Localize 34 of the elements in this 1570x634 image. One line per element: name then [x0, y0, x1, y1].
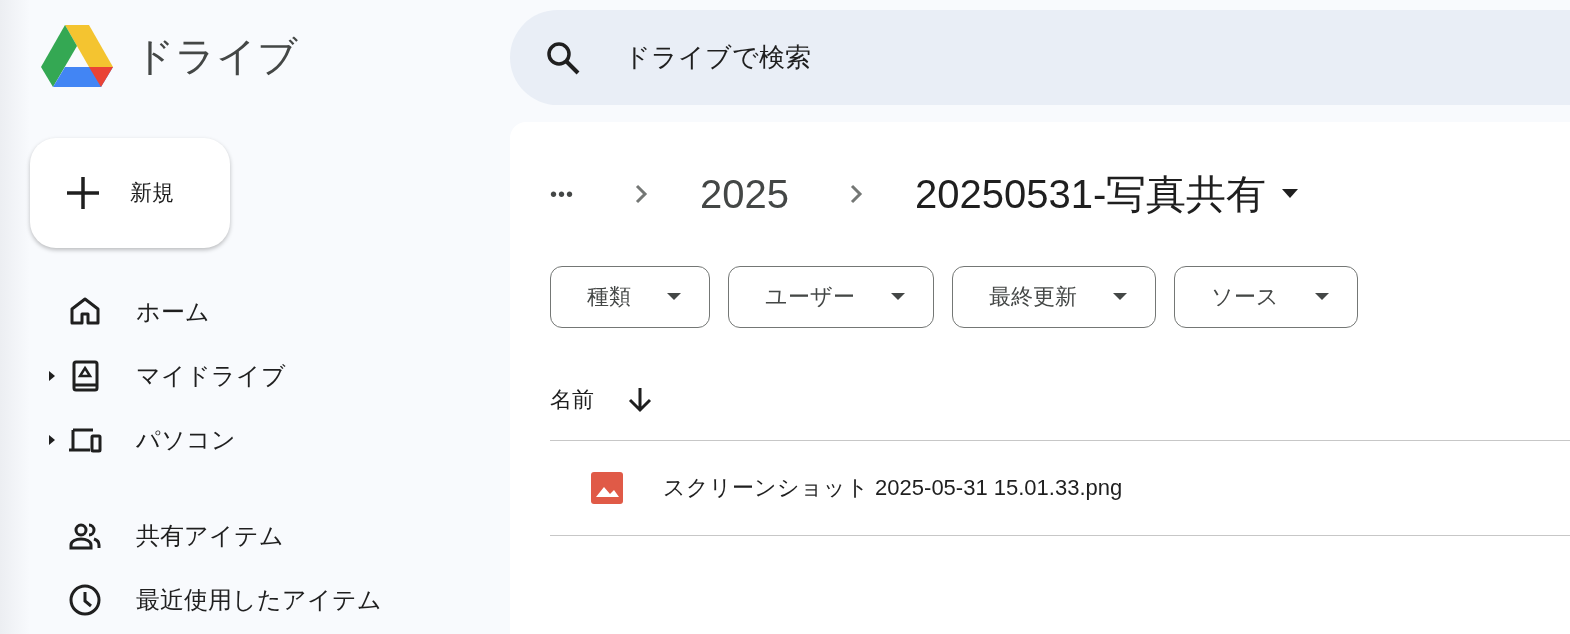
column-header[interactable]: 名前 [550, 385, 594, 415]
clock-icon [68, 583, 102, 617]
chevron-icon [849, 183, 863, 205]
caret-icon [667, 293, 681, 301]
expand-caret-icon[interactable] [48, 370, 56, 382]
breadcrumb-item[interactable]: 20250531-写真共有 [915, 166, 1267, 222]
more-breadcrumb[interactable]: ••• [550, 182, 574, 206]
down-arrow-icon[interactable] [628, 387, 652, 413]
nav-item[interactable]: ホーム [0, 280, 510, 344]
search-bar[interactable]: ドライブで検索 [510, 10, 1570, 105]
new-button[interactable]: 新規 [30, 138, 230, 248]
filter-chip[interactable]: ユーザー [728, 266, 934, 328]
filter-chip[interactable]: 種類 [550, 266, 710, 328]
search-icon [546, 40, 580, 75]
nav-item[interactable]: マイドライブ [0, 344, 510, 408]
logo-icon [40, 24, 114, 88]
plus-icon [66, 176, 100, 210]
caret-icon [1113, 293, 1127, 301]
nav-item[interactable]: 最近使用したアイテム [0, 568, 510, 632]
image-file-icon [591, 472, 623, 504]
breadcrumb-item[interactable]: 2025 [700, 171, 789, 217]
filter-chip[interactable]: ソース [1174, 266, 1358, 328]
expand-caret-icon[interactable] [48, 434, 56, 446]
app-title: ドライブ [134, 32, 298, 80]
chevron-icon [634, 183, 648, 205]
filter-chip[interactable]: 最終更新 [952, 266, 1156, 328]
caret-icon[interactable] [1282, 189, 1299, 199]
file-row[interactable]: スクリーンショット 2025-05-31 15.01.33.png [550, 441, 1570, 536]
caret-icon [891, 293, 905, 301]
search-input[interactable]: ドライブで検索 [622, 41, 1570, 74]
file-name: スクリーンショット 2025-05-31 15.01.33.png [663, 474, 1123, 502]
caret-icon [1315, 293, 1329, 301]
nav-item[interactable]: 共有アイテム [0, 504, 510, 568]
nav-item[interactable]: パソコン [0, 408, 510, 472]
